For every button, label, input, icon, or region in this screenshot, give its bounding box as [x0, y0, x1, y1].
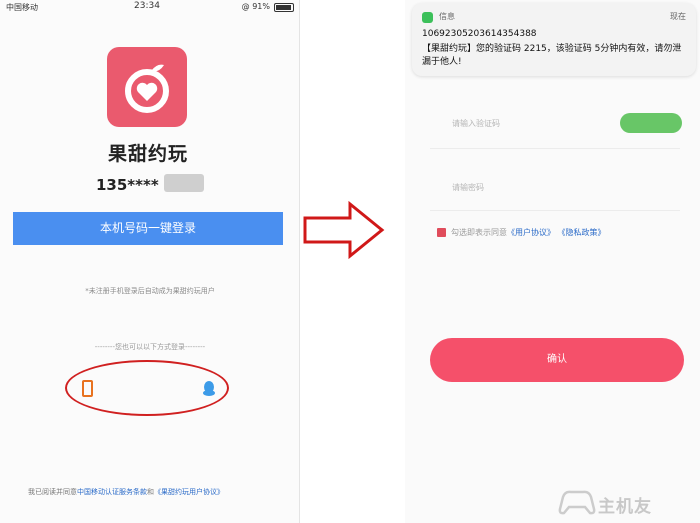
agreement-text: 我已阅读并同意中国移动认证服务条款和《果甜约玩用户协议》 — [28, 487, 290, 498]
qq-penguin-icon[interactable] — [202, 380, 216, 397]
right-phone-screen — [405, 0, 700, 523]
sms-app-name: 信息 — [439, 12, 455, 21]
watermark-text: 主机友 — [598, 497, 652, 517]
sms-body: 【果甜约玩】您的验证码 2215，该验证码 5分钟内有效，请勿泄漏于他人! — [422, 44, 682, 67]
divider — [430, 210, 680, 211]
agree-text: 勾选即表示同意《用户协议》 《隐私政策》 — [451, 227, 606, 238]
status-bar: 中国移动 23:34 @ 91% — [0, 0, 300, 14]
auto-register-note: *未注册手机登录后自动成为果甜约玩用户 — [85, 287, 215, 295]
battery-icon — [274, 3, 294, 12]
agree-prefix: 勾选即表示同意 — [451, 228, 507, 237]
user-agreement-link[interactable]: 《果甜约玩用户协议》 — [154, 488, 224, 496]
password-input[interactable]: 请输密码 — [452, 182, 484, 193]
sms-time: 现在 — [670, 12, 686, 21]
confirm-button[interactable]: 确认 — [430, 338, 684, 382]
phone-number-blur — [164, 174, 204, 192]
agree-checkbox[interactable] — [437, 228, 446, 237]
left-phone-screen: 中国移动 23:34 @ 91% 果甜约玩 135**** 本机号码一键登录 *… — [0, 0, 300, 523]
phone-icon[interactable] — [82, 380, 93, 397]
app-name: 果甜约玩 — [107, 143, 188, 165]
agreement-middle: 和 — [147, 488, 154, 496]
masked-phone-number: 135**** — [96, 176, 159, 194]
one-click-login-button[interactable]: 本机号码一键登录 — [13, 212, 283, 245]
battery-label: @ 91% — [241, 2, 270, 11]
user-agreement-link[interactable]: 《用户协议》 — [507, 228, 555, 237]
arrow-right-icon — [302, 200, 386, 260]
privacy-policy-link[interactable]: 《隐私政策》 — [558, 228, 606, 237]
status-time: 23:34 — [134, 1, 160, 11]
apple-heart-logo-icon — [107, 47, 187, 127]
verification-code-input[interactable]: 请输入验证码 — [452, 118, 500, 129]
send-code-button[interactable] — [620, 113, 682, 133]
carrier-label: 中国移动 — [6, 3, 38, 12]
other-login-divider: --------您也可以以下方式登录-------- — [94, 343, 206, 351]
message-app-icon — [422, 12, 433, 23]
sms-notification[interactable]: 信息 现在 10692305203614354388 【果甜约玩】您的验证码 2… — [412, 3, 696, 76]
sms-sender: 10692305203614354388 — [422, 29, 537, 39]
divider — [430, 148, 680, 149]
agreement-prefix: 我已阅读并同意 — [28, 488, 77, 496]
cmcc-terms-link[interactable]: 中国移动认证服务条款 — [77, 488, 147, 496]
